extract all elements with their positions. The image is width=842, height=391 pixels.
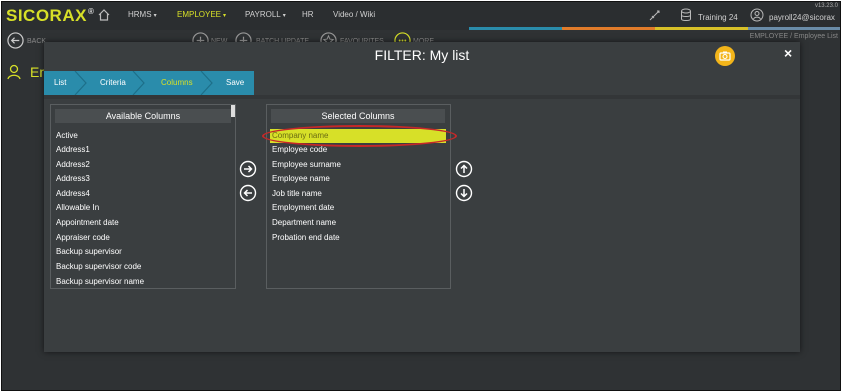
employees-icon bbox=[7, 64, 21, 80]
selected-column-item[interactable]: Employee name bbox=[272, 174, 330, 183]
available-column-item[interactable]: Backup supervisor bbox=[56, 247, 122, 256]
selected-columns-header: Selected Columns bbox=[271, 109, 445, 123]
move-up-button[interactable] bbox=[455, 160, 473, 178]
database-icon[interactable] bbox=[680, 8, 692, 22]
camera-icon bbox=[719, 51, 731, 61]
selected-column-item[interactable]: Department name bbox=[272, 218, 336, 227]
version-label: v13.23.0 bbox=[814, 3, 838, 9]
nav-hrms[interactable]: HRMS ▾ bbox=[128, 10, 157, 19]
available-columns-panel[interactable]: Available Columns Active Address1 Addres… bbox=[50, 104, 236, 289]
step-list[interactable]: List bbox=[54, 78, 66, 87]
step-separator-icon bbox=[200, 71, 213, 95]
selected-column-item[interactable]: Probation end date bbox=[272, 233, 340, 242]
available-column-item[interactable]: Address4 bbox=[56, 189, 90, 198]
app-window: SICORAX® HRMS ▾ EMPLOYEE ▾ PAYROLL ▾ HR Vid… bbox=[1, 1, 841, 391]
selected-column-item[interactable]: Employee surname bbox=[272, 160, 341, 169]
nav-employee[interactable]: EMPLOYEE ▾ bbox=[177, 10, 226, 19]
modal-header: FILTER: My list × bbox=[44, 42, 800, 70]
user-label[interactable]: payroll24@sicorax bbox=[769, 13, 835, 22]
nav-video-wiki[interactable]: Video / Wiki bbox=[333, 10, 375, 19]
available-columns-header: Available Columns bbox=[55, 109, 231, 123]
available-column-item[interactable]: Backup supervisor name bbox=[56, 277, 144, 286]
remove-column-button[interactable] bbox=[239, 184, 257, 202]
nav-payroll[interactable]: PAYROLL ▾ bbox=[245, 10, 286, 19]
selected-column-item[interactable]: Employment date bbox=[272, 203, 334, 212]
nav-hr[interactable]: HR bbox=[302, 10, 314, 19]
training-label[interactable]: Training 24 bbox=[698, 13, 738, 22]
available-column-item[interactable]: Address2 bbox=[56, 160, 90, 169]
available-column-item[interactable]: Appointment date bbox=[56, 218, 119, 227]
divider bbox=[44, 95, 800, 99]
selected-column-item-active[interactable]: Company name bbox=[272, 131, 328, 140]
back-icon[interactable] bbox=[7, 32, 24, 49]
modal-title: FILTER: My list bbox=[374, 47, 470, 63]
wizard-steps: List Criteria Columns Save bbox=[44, 71, 254, 95]
available-column-item[interactable]: Backup supervisor code bbox=[56, 262, 141, 271]
available-column-item[interactable]: Address3 bbox=[56, 174, 90, 183]
top-navbar: SICORAX® HRMS ▾ EMPLOYEE ▾ PAYROLL ▾ HR Vid… bbox=[2, 2, 840, 30]
add-column-button[interactable] bbox=[239, 160, 257, 178]
step-columns[interactable]: Columns bbox=[161, 78, 193, 87]
step-criteria[interactable]: Criteria bbox=[100, 78, 126, 87]
selected-column-item[interactable]: Employee code bbox=[272, 145, 327, 154]
step-separator-icon bbox=[132, 71, 145, 95]
close-button[interactable]: × bbox=[784, 45, 792, 61]
available-column-item[interactable]: Address1 bbox=[56, 145, 90, 154]
available-column-item[interactable]: Allowable In bbox=[56, 203, 99, 212]
available-column-item[interactable]: Appraiser code bbox=[56, 233, 110, 242]
app-logo[interactable]: SICORAX® bbox=[6, 6, 94, 26]
breadcrumb[interactable]: EMPLOYEE / Employee List bbox=[750, 33, 838, 40]
step-separator-icon bbox=[74, 71, 87, 95]
camera-button[interactable] bbox=[715, 46, 735, 66]
selected-columns-panel[interactable]: Selected Columns Company name Employee c… bbox=[262, 104, 457, 289]
rocket-icon[interactable] bbox=[648, 8, 662, 22]
step-save[interactable]: Save bbox=[226, 78, 244, 87]
selected-column-item[interactable]: Job title name bbox=[272, 189, 322, 198]
scrollbar-thumb[interactable] bbox=[231, 105, 235, 117]
filter-modal: FILTER: My list × List Criteria Columns … bbox=[44, 42, 800, 352]
user-icon[interactable] bbox=[750, 8, 764, 22]
home-icon[interactable] bbox=[97, 8, 111, 22]
available-column-item[interactable]: Active bbox=[56, 131, 78, 140]
move-down-button[interactable] bbox=[455, 184, 473, 202]
